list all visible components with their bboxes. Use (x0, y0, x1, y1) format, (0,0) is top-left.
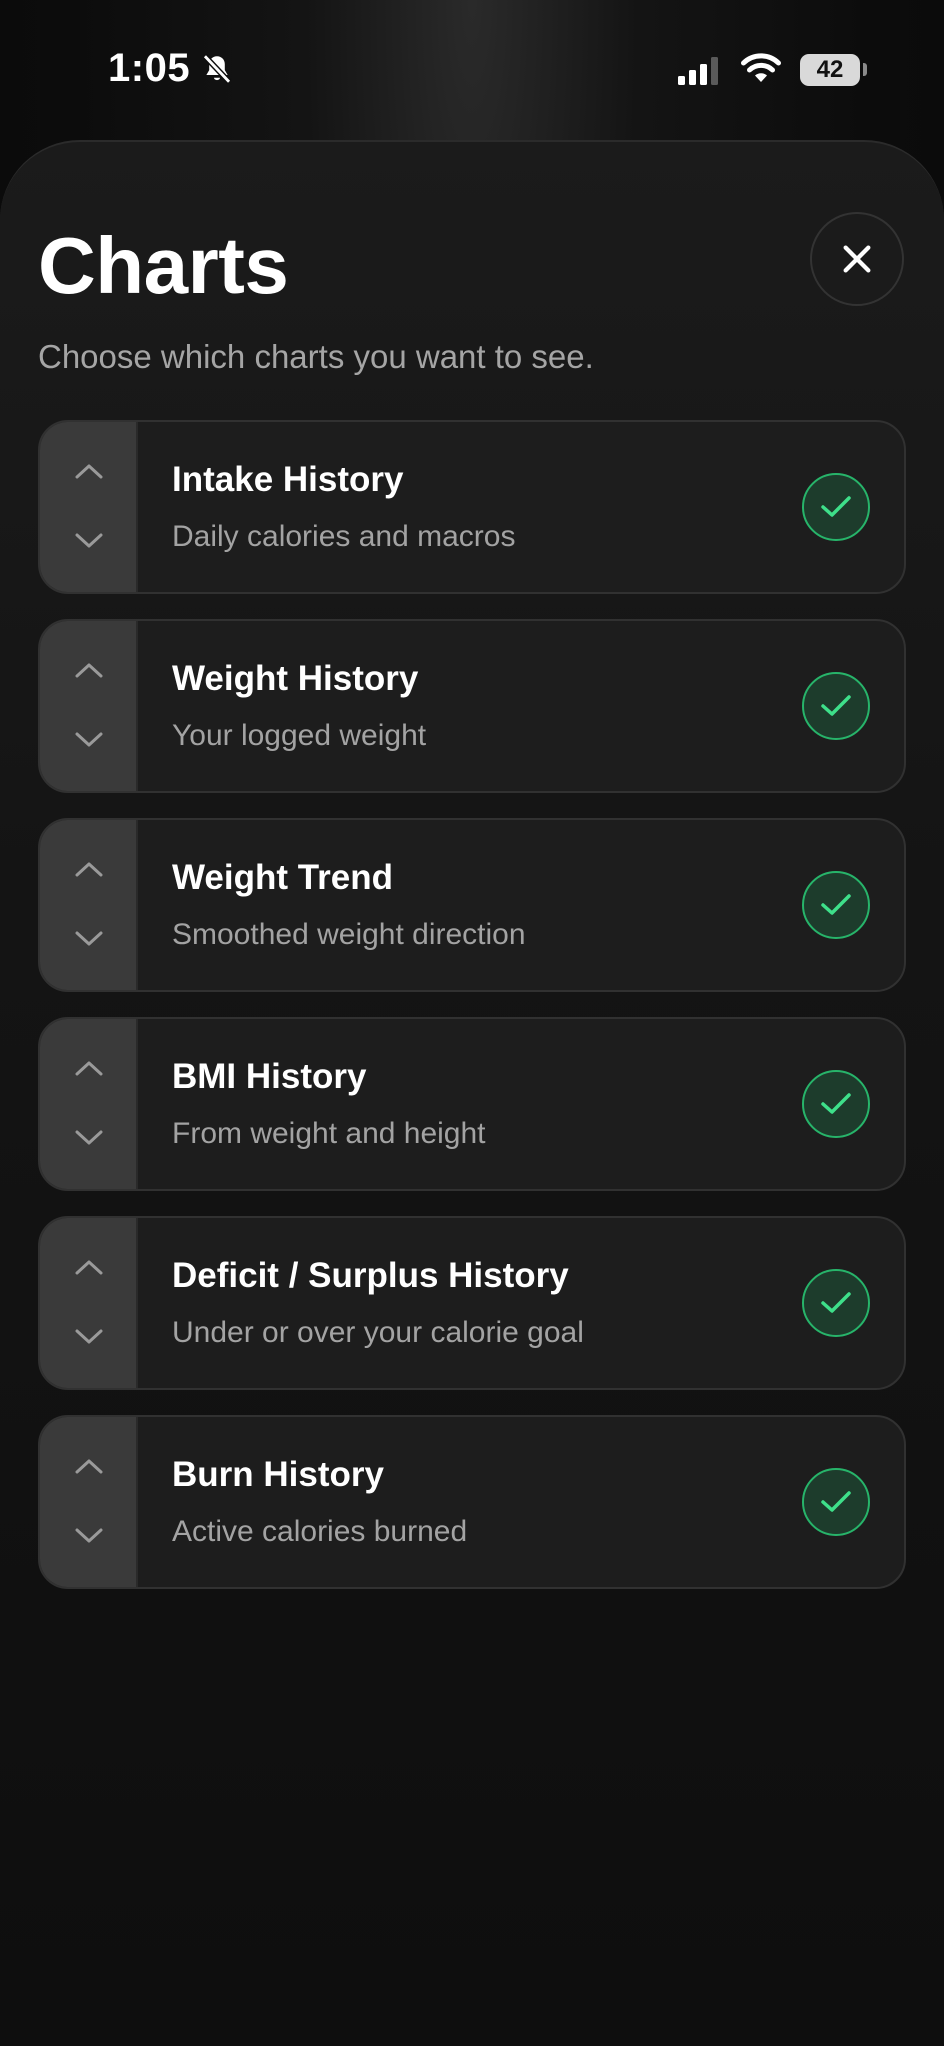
chart-row: Deficit / Surplus History Under or over … (38, 1216, 906, 1390)
chart-title: Deficit / Surplus History (172, 1256, 569, 1295)
chart-row: Weight Trend Smoothed weight direction (38, 818, 906, 992)
chart-row-body[interactable]: Weight History Your logged weight (138, 621, 904, 791)
reorder-handle (40, 1218, 138, 1388)
chart-description: Active calories burned (172, 1515, 468, 1548)
move-up-button[interactable] (40, 436, 138, 506)
chart-title: Burn History (172, 1455, 384, 1494)
checkmark-icon (821, 894, 851, 915)
checkmark-icon (821, 1292, 851, 1313)
move-down-button[interactable] (40, 1501, 138, 1571)
chart-title: Weight Trend (172, 858, 394, 897)
chart-row-body[interactable]: Deficit / Surplus History Under or over … (138, 1218, 904, 1388)
chart-description: Daily calories and macros (172, 520, 516, 553)
close-button[interactable] (810, 212, 904, 306)
checkmark-icon (821, 695, 851, 716)
chart-row-body[interactable]: Burn History Active calories burned (138, 1417, 904, 1587)
enabled-checkbox[interactable] (802, 1070, 870, 1138)
enabled-checkbox[interactable] (802, 1468, 870, 1536)
chart-row-body[interactable]: Intake History Daily calories and macros (138, 422, 904, 592)
status-bar: 1:05 42 (0, 0, 944, 140)
cellular-signal-icon (678, 57, 718, 85)
chevron-up-icon (75, 464, 103, 479)
move-up-button[interactable] (40, 1033, 138, 1103)
close-icon (843, 245, 871, 273)
battery-indicator: 42 (800, 54, 860, 86)
move-up-button[interactable] (40, 1431, 138, 1501)
reorder-handle (40, 621, 138, 791)
checkmark-icon (821, 1093, 851, 1114)
chevron-up-icon (75, 1459, 103, 1474)
screen: 1:05 42 Charts Choose which charts you w… (0, 0, 944, 2046)
status-time: 1:05 (108, 46, 191, 90)
checkmark-icon (821, 1491, 851, 1512)
move-up-button[interactable] (40, 1232, 138, 1302)
chart-description: Under or over your calorie goal (172, 1316, 584, 1349)
enabled-checkbox[interactable] (802, 672, 870, 740)
battery-tip (863, 63, 867, 76)
battery-level: 42 (816, 56, 844, 83)
chart-title: Weight History (172, 659, 419, 698)
chevron-down-icon (75, 1130, 103, 1145)
chart-list: Intake History Daily calories and macros (38, 420, 906, 1614)
chart-row-body[interactable]: Weight Trend Smoothed weight direction (138, 820, 904, 990)
enabled-checkbox[interactable] (802, 871, 870, 939)
move-up-button[interactable] (40, 635, 138, 705)
chevron-down-icon (75, 732, 103, 747)
page-title: Charts (38, 221, 289, 310)
chevron-down-icon (75, 931, 103, 946)
move-down-button[interactable] (40, 1103, 138, 1173)
chevron-down-icon (75, 1329, 103, 1344)
enabled-checkbox[interactable] (802, 473, 870, 541)
chart-row: BMI History From weight and height (38, 1017, 906, 1191)
checkmark-icon (821, 496, 851, 517)
chevron-up-icon (75, 1260, 103, 1275)
enabled-checkbox[interactable] (802, 1269, 870, 1337)
chevron-up-icon (75, 663, 103, 678)
chevron-down-icon (75, 1528, 103, 1543)
chart-description: Smoothed weight direction (172, 918, 526, 951)
chevron-up-icon (75, 1061, 103, 1076)
chart-title: BMI History (172, 1057, 367, 1096)
bell-slash-icon (202, 54, 232, 84)
chart-description: Your logged weight (172, 719, 427, 752)
chart-row: Burn History Active calories burned (38, 1415, 906, 1589)
reorder-handle (40, 1019, 138, 1189)
chart-row: Weight History Your logged weight (38, 619, 906, 793)
reorder-handle (40, 820, 138, 990)
chart-description: From weight and height (172, 1117, 486, 1150)
move-up-button[interactable] (40, 834, 138, 904)
chart-row: Intake History Daily calories and macros (38, 420, 906, 594)
move-down-button[interactable] (40, 1302, 138, 1372)
chart-row-body[interactable]: BMI History From weight and height (138, 1019, 904, 1189)
move-down-button[interactable] (40, 506, 138, 576)
chevron-up-icon (75, 862, 103, 877)
charts-sheet: Charts Choose which charts you want to s… (0, 140, 944, 2046)
move-down-button[interactable] (40, 705, 138, 775)
reorder-handle (40, 422, 138, 592)
chevron-down-icon (75, 533, 103, 548)
page-subtitle: Choose which charts you want to see. (38, 338, 594, 375)
wifi-icon (741, 53, 781, 82)
move-down-button[interactable] (40, 904, 138, 974)
chart-title: Intake History (172, 460, 404, 499)
reorder-handle (40, 1417, 138, 1587)
